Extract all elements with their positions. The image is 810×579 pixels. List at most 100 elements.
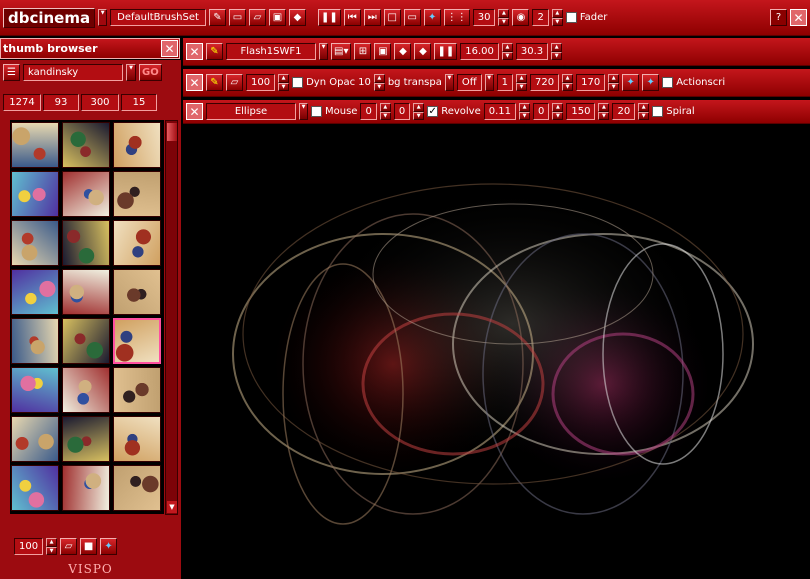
save-brush-icon[interactable]: ▣: [374, 43, 392, 60]
mouse-checkbox[interactable]: [311, 106, 322, 117]
thumb-scrollbar[interactable]: ▼: [165, 120, 178, 515]
monitor-icon[interactable]: ▭: [403, 9, 421, 26]
thumbnail[interactable]: [62, 171, 110, 217]
paint-bucket-icon[interactable]: ◆: [288, 9, 306, 26]
list-icon[interactable]: ☰: [3, 64, 20, 81]
pencil-icon[interactable]: ✎: [208, 9, 226, 26]
thumbnail[interactable]: [113, 416, 161, 462]
speed-stepper[interactable]: ▲ ▼: [501, 43, 513, 60]
bucket-two-icon[interactable]: ◆: [414, 43, 432, 60]
pencil-icon[interactable]: ✎: [206, 74, 223, 91]
thumbnail[interactable]: [11, 465, 59, 511]
start-stepper[interactable]: ▲ ▼: [552, 103, 564, 120]
frames-stepper[interactable]: ▲ ▼: [498, 9, 510, 26]
thumbnail[interactable]: [113, 367, 161, 413]
height-field[interactable]: 170: [576, 74, 606, 91]
revolve-field[interactable]: 0.11: [483, 103, 517, 120]
x-stepper[interactable]: ▲ ▼: [379, 103, 391, 120]
thumbnail[interactable]: [62, 220, 110, 266]
brush-name-field[interactable]: Flash1SWF1: [226, 43, 316, 60]
add-layer-icon[interactable]: ⊞: [354, 43, 372, 60]
fps-stepper[interactable]: ▲ ▼: [551, 43, 563, 60]
dyn-opac-checkbox[interactable]: [292, 77, 304, 88]
close-app-icon[interactable]: ✕: [790, 9, 807, 26]
frames-field[interactable]: 30: [472, 9, 496, 26]
eye-icon[interactable]: ◉: [512, 9, 530, 26]
shape-select[interactable]: Ellipse: [206, 103, 296, 120]
new-file-icon[interactable]: ▭: [228, 9, 246, 26]
radius-stepper[interactable]: ▲ ▼: [598, 103, 610, 120]
open-folder-icon[interactable]: ▱: [248, 9, 266, 26]
close-params-icon[interactable]: ✕: [186, 74, 203, 91]
folder-icon[interactable]: ▱: [60, 538, 78, 555]
steps-stepper[interactable]: ▲ ▼: [638, 103, 650, 120]
collection-dropdown[interactable]: ▼: [126, 64, 136, 81]
y-stepper[interactable]: ▲ ▼: [413, 103, 425, 120]
brush-dropdown[interactable]: ▼: [319, 43, 328, 60]
y-field[interactable]: 0: [393, 103, 411, 120]
doc-dropdown-icon[interactable]: ▤▾: [331, 43, 352, 60]
speed-field[interactable]: 16.00: [460, 43, 499, 60]
view-stepper[interactable]: ▲ ▼: [551, 9, 563, 26]
height-stepper[interactable]: ▲ ▼: [608, 74, 620, 91]
color-palette-two-icon[interactable]: ✦: [642, 74, 660, 91]
frame-icon[interactable]: □: [383, 9, 401, 26]
width-stepper[interactable]: ▲ ▼: [562, 74, 574, 91]
blend-mode-select[interactable]: Off: [456, 74, 482, 91]
collection-select[interactable]: kandinsky: [23, 64, 123, 81]
thumbnail[interactable]: [113, 465, 161, 511]
opacity-stepper[interactable]: ▲ ▼: [373, 74, 385, 91]
thumbnail[interactable]: [11, 220, 59, 266]
close-browser-icon[interactable]: ✕: [161, 40, 178, 57]
pause-icon[interactable]: ❚❚: [317, 9, 341, 26]
scrollbar-thumb[interactable]: [167, 123, 177, 141]
thumbnail[interactable]: [62, 318, 110, 364]
color-palette-icon[interactable]: ✦: [423, 9, 441, 26]
bg-mode-select[interactable]: bg transpa: [388, 77, 442, 88]
thumbnail[interactable]: [11, 367, 59, 413]
start-field[interactable]: 0: [533, 103, 550, 120]
spiral-checkbox[interactable]: [652, 106, 664, 117]
fader-checkbox[interactable]: [565, 12, 577, 23]
step-icon[interactable]: ⏭: [363, 9, 381, 26]
open-folder-icon[interactable]: ▱: [226, 74, 243, 91]
thumbnail[interactable]: [11, 269, 59, 315]
step-field[interactable]: 1: [496, 74, 514, 91]
close-shape-icon[interactable]: ✕: [186, 103, 203, 120]
thumbnail[interactable]: [62, 465, 110, 511]
fps-field[interactable]: 30.3: [515, 43, 549, 60]
thumbnail[interactable]: [113, 269, 161, 315]
width-field[interactable]: 720: [530, 74, 560, 91]
color-palette-icon[interactable]: ✦: [100, 538, 118, 555]
brushset-select[interactable]: DefaultBrushSet: [110, 9, 206, 26]
thumbnail[interactable]: [62, 416, 110, 462]
grid-icon[interactable]: ⋮⋮: [443, 9, 470, 26]
thumbnail[interactable]: [113, 318, 161, 364]
pencil-icon[interactable]: ✎: [206, 43, 223, 60]
size-stepper[interactable]: ▲ ▼: [278, 74, 290, 91]
revolve-checkbox[interactable]: ✓: [427, 106, 439, 117]
blend-mode-dropdown[interactable]: ▼: [484, 74, 494, 91]
go-button[interactable]: GO: [139, 64, 162, 81]
view-field[interactable]: 2: [532, 9, 549, 26]
thumbnail[interactable]: [113, 122, 161, 168]
bottom-size-field[interactable]: 100: [14, 538, 44, 555]
thumbnail[interactable]: [62, 122, 110, 168]
scroll-down-icon[interactable]: ▼: [167, 501, 177, 513]
radius-field[interactable]: 150: [566, 103, 596, 120]
drawing-canvas[interactable]: [183, 124, 810, 579]
help-button[interactable]: ?: [770, 9, 787, 26]
thumbnail[interactable]: [11, 122, 59, 168]
thumbnail[interactable]: [62, 367, 110, 413]
color-palette-icon[interactable]: ✦: [622, 74, 640, 91]
steps-field[interactable]: 20: [612, 103, 636, 120]
thumbnail[interactable]: [113, 171, 161, 217]
app-menu-dropdown[interactable]: ▼: [98, 9, 108, 26]
step-stepper[interactable]: ▲ ▼: [516, 74, 528, 91]
shape-dropdown[interactable]: ▼: [299, 103, 308, 120]
size-field[interactable]: 100: [246, 74, 276, 91]
thumbnail[interactable]: [11, 318, 59, 364]
close-brush-icon[interactable]: ✕: [186, 43, 203, 60]
bucket-icon[interactable]: ◆: [394, 43, 412, 60]
bottom-size-stepper[interactable]: ▲ ▼: [46, 538, 58, 555]
